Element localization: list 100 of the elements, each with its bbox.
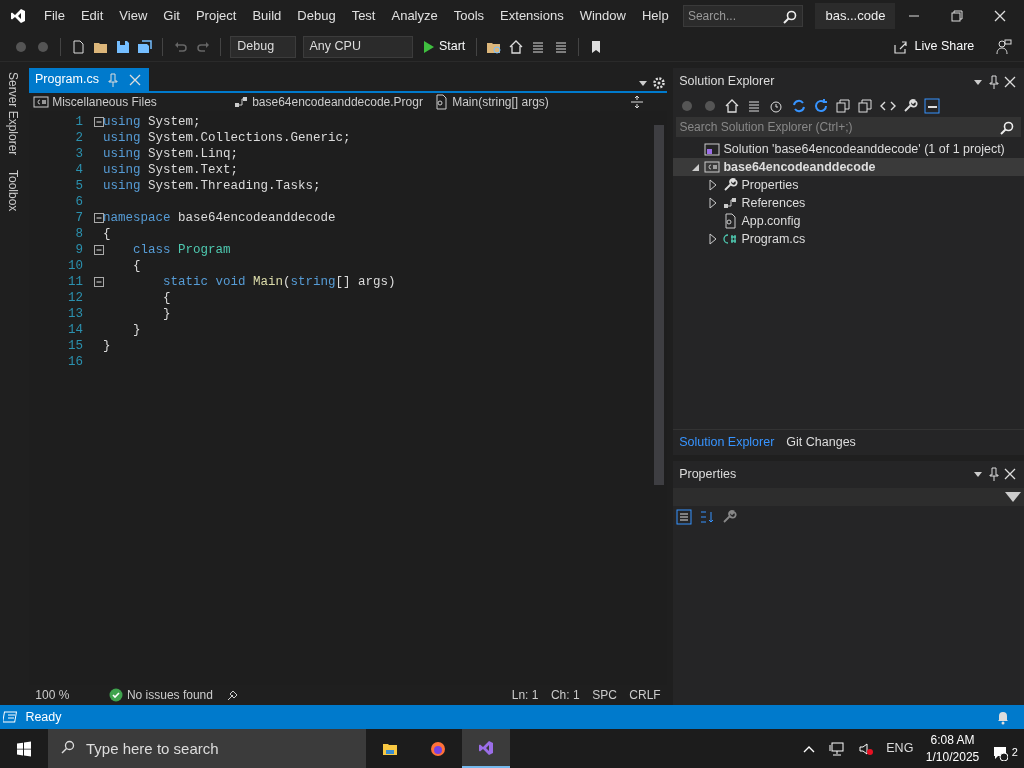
- config-file-icon: [722, 213, 739, 230]
- line-number: 11: [67, 274, 85, 291]
- panel-title: Properties: [678, 466, 738, 483]
- code-line: using System.Text;: [103, 162, 239, 179]
- language-indicator[interactable]: ENG: [886, 739, 914, 758]
- clock-time[interactable]: 6:08 AM: [925, 731, 980, 749]
- clock-date[interactable]: 1/10/2025: [925, 748, 980, 766]
- status-text: Ready: [25, 708, 62, 726]
- visual-studio-icon[interactable]: [478, 739, 494, 756]
- settings-icon[interactable]: [650, 75, 667, 91]
- code-line: }: [162, 306, 171, 323]
- line-number: 15: [67, 338, 85, 355]
- live-share-button[interactable]: Live Share: [891, 36, 976, 57]
- tree-item[interactable]: References: [673, 194, 1024, 213]
- line-number: 10: [67, 258, 85, 275]
- menu-item[interactable]: Help: [633, 6, 677, 26]
- new-file-icon[interactable]: [70, 38, 87, 55]
- issues-indicator[interactable]: No issues found: [107, 686, 213, 704]
- search-field[interactable]: Search Solution Explorer (Ctrl+;): [676, 117, 1021, 138]
- line-number: 8: [74, 226, 85, 243]
- code-line: using System;: [103, 114, 201, 131]
- windows-start-icon[interactable]: [16, 740, 32, 757]
- preview-icon[interactable]: [924, 98, 941, 115]
- categorized-icon[interactable]: [676, 508, 693, 525]
- search-icon: [60, 739, 76, 755]
- clock-icon[interactable]: [768, 98, 785, 115]
- start-button[interactable]: Start: [418, 36, 467, 57]
- menu-item[interactable]: Git: [155, 6, 188, 26]
- code-line: }: [132, 322, 141, 339]
- home-icon[interactable]: [508, 38, 525, 55]
- logo-icon[interactable]: [10, 8, 26, 24]
- tree-item[interactable]: Properties: [673, 176, 1024, 195]
- zoom-dropdown[interactable]: 100 %: [35, 686, 96, 704]
- line-number: 16: [67, 354, 85, 371]
- menu-item[interactable]: View: [111, 6, 156, 26]
- navigation-dropdown[interactable]: Main(string[] args): [429, 92, 630, 112]
- search-field[interactable]: Search...: [682, 5, 803, 27]
- whitespace-indicator[interactable]: SPC: [592, 686, 617, 704]
- column-indicator[interactable]: Ch: 1: [550, 686, 580, 704]
- code-line: {: [103, 226, 111, 243]
- line-ending-indicator[interactable]: CRLF: [629, 686, 661, 704]
- menu-item[interactable]: Analyze: [383, 6, 446, 26]
- menu-item[interactable]: Debug: [289, 6, 344, 26]
- home-icon[interactable]: [723, 98, 740, 115]
- code-line: }: [103, 338, 111, 355]
- code-line: {: [132, 258, 141, 275]
- line-number: 7: [74, 210, 85, 227]
- code-line: using System.Threading.Tasks;: [103, 178, 321, 195]
- navigation-dropdown[interactable]: Miscellaneous Files: [29, 92, 230, 112]
- side-tab[interactable]: Toolbox: [1, 165, 24, 216]
- csharp-icon: [33, 94, 50, 110]
- menu-item[interactable]: Window: [571, 6, 634, 26]
- code-line: static void Main(string[] args): [162, 274, 396, 291]
- panel-title: Solution Explorer: [678, 73, 776, 91]
- browser-icon[interactable]: [430, 740, 446, 757]
- search-icon: [781, 9, 798, 25]
- menu-item[interactable]: Build: [244, 6, 290, 26]
- save-all-icon[interactable]: [137, 38, 153, 55]
- tree-item[interactable]: Solution 'base64encodeanddecode' (1 of 1 project): [673, 140, 1024, 159]
- taskbar-search[interactable]: Type here to search: [48, 729, 366, 768]
- panel-tab[interactable]: Solution Explorer: [673, 430, 781, 455]
- tree-item[interactable]: base64encodeanddecode: [673, 158, 1024, 177]
- tree-item[interactable]: App.config: [673, 212, 1024, 231]
- tree-item[interactable]: Program.cs: [673, 230, 1024, 249]
- code-line: {: [162, 290, 171, 307]
- menu-item[interactable]: Test: [343, 6, 384, 26]
- code-line: using System.Collections.Generic;: [103, 130, 351, 147]
- chat-icon: [991, 744, 1008, 761]
- scrollbar-thumb[interactable]: [653, 125, 664, 485]
- copy-icon[interactable]: [857, 98, 874, 115]
- notification-button[interactable]: 2: [991, 736, 1018, 761]
- line-number: 6: [74, 194, 85, 211]
- panel-tab[interactable]: Git Changes: [780, 430, 862, 455]
- feedback-icon[interactable]: [995, 38, 1012, 55]
- sync-icon[interactable]: [790, 98, 807, 115]
- line-number: 9: [74, 242, 85, 259]
- window-title: bas...code: [815, 3, 896, 29]
- line-number: 3: [74, 146, 85, 163]
- configuration-dropdown[interactable]: Debug: [230, 35, 297, 58]
- menu-item[interactable]: Tools: [445, 6, 493, 26]
- solution-icon: [704, 141, 721, 158]
- line-number: 4: [74, 162, 85, 179]
- split-icon[interactable]: [629, 94, 646, 110]
- restore-icon[interactable]: [948, 8, 965, 24]
- menu-item[interactable]: Edit: [72, 6, 112, 26]
- line-number: 14: [67, 322, 85, 339]
- line-number: 12: [67, 290, 85, 307]
- navigation-dropdown[interactable]: base64encodeanddecode.Progr: [229, 92, 430, 112]
- refresh-icon[interactable]: [812, 98, 829, 115]
- speaker-muted-icon[interactable]: [857, 740, 874, 757]
- side-tab[interactable]: Server Explorer: [1, 68, 24, 160]
- menu-item[interactable]: File: [36, 6, 73, 26]
- line-indicator[interactable]: Ln: 1: [511, 686, 539, 704]
- code-line: namespace base64encodeanddecode: [103, 210, 336, 227]
- menu-item[interactable]: Project: [187, 6, 245, 26]
- platform-dropdown[interactable]: Any CPU: [302, 35, 413, 58]
- save-icon[interactable]: [114, 38, 131, 55]
- menu-item[interactable]: Extensions: [492, 6, 572, 26]
- csharp-project-icon: [704, 159, 721, 176]
- network-icon[interactable]: [829, 740, 846, 757]
